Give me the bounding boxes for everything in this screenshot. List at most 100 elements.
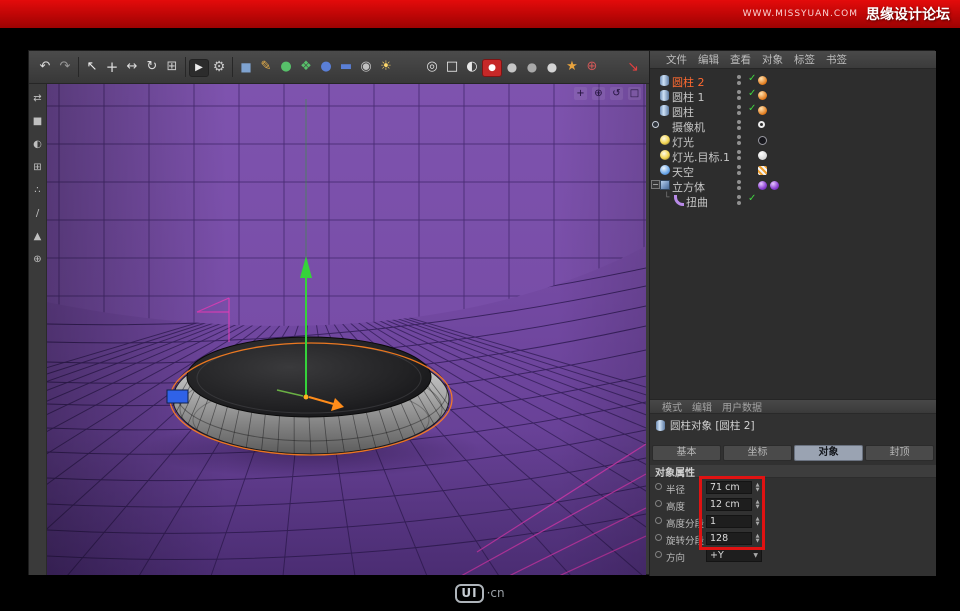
object-name[interactable]: 扭曲 [686, 194, 708, 210]
camera-icon[interactable]: ◉ [356, 56, 376, 78]
visibility-dots[interactable] [737, 165, 741, 175]
object-row[interactable]: 圆柱 2✓ [650, 73, 936, 88]
axis-icon[interactable]: ⊕ [582, 56, 602, 78]
spline-pen-icon[interactable]: ✎ [256, 56, 276, 78]
workflow-arrow-icon[interactable]: ↘ [623, 56, 643, 78]
object-row[interactable]: −立方体 [650, 178, 936, 193]
keyframe-circle[interactable] [655, 517, 662, 524]
scene-svg[interactable] [47, 84, 646, 575]
tab-basic[interactable]: 基本 [652, 445, 721, 461]
visibility-dots[interactable] [737, 105, 741, 115]
model-mode-icon[interactable]: ■ [31, 115, 45, 129]
gizmo-origin[interactable] [304, 395, 309, 400]
capture-icon[interactable]: ● [482, 59, 502, 77]
compositing-tag-icon[interactable] [758, 166, 767, 175]
visibility-dots[interactable] [737, 75, 741, 85]
render-view-icon[interactable]: ▶ [189, 59, 209, 77]
texture-mode-icon[interactable]: ◐ [31, 138, 45, 152]
keyframe-circle[interactable] [655, 483, 662, 490]
array-generator-icon[interactable]: ❖ [296, 56, 316, 78]
polygons-mode-icon[interactable]: ▲ [31, 230, 45, 244]
orientation-dropdown[interactable]: +Y▼ [706, 549, 762, 562]
object-row[interactable]: 圆柱 1✓ [650, 88, 936, 103]
om-menu-item[interactable]: 编辑 [698, 52, 719, 67]
tab-caps[interactable]: 封顶 [865, 445, 934, 461]
collapse-toggle[interactable]: − [651, 180, 660, 189]
display-mode-icon[interactable]: □ [442, 56, 462, 78]
coordinate-system-icon[interactable]: ⊞ [162, 56, 182, 78]
scene-floor-icon[interactable]: ▬ [336, 56, 356, 78]
snap-icon[interactable]: ★ [562, 56, 582, 78]
move-icon[interactable]: + [102, 56, 122, 78]
edges-mode-icon[interactable]: / [31, 207, 45, 221]
am-menu-item[interactable]: 模式 [662, 399, 682, 414]
object-row[interactable]: 天空 [650, 163, 936, 178]
material-sphere-3-icon[interactable]: ● [542, 56, 562, 78]
enabled-check-icon[interactable]: ✓ [748, 88, 756, 99]
enabled-check-icon[interactable]: ✓ [748, 73, 756, 84]
object-row[interactable]: 圆柱✓ [650, 103, 936, 118]
contrast-mode-icon[interactable]: ◐ [462, 56, 482, 78]
redo-icon[interactable]: ↷ [55, 56, 75, 78]
om-menu-item[interactable]: 书签 [826, 52, 847, 67]
keyframe-circle[interactable] [655, 551, 662, 558]
rotate-icon[interactable]: ↻ [142, 56, 162, 78]
orbit-icon[interactable]: ↺ [610, 87, 623, 100]
keyframe-circle[interactable] [655, 534, 662, 541]
om-menu-item[interactable]: 查看 [730, 52, 751, 67]
render-target-icon[interactable]: ◎ [422, 56, 442, 78]
om-menu-item[interactable]: 文件 [666, 52, 687, 67]
object-row[interactable]: 灯光.目标.1 [650, 148, 936, 163]
am-menu-item[interactable]: 编辑 [692, 399, 712, 414]
viewport[interactable]: + ⊕ ↺ □ [47, 84, 646, 575]
scale-icon[interactable]: ↔ [122, 56, 142, 78]
property-row[interactable]: 半径71 cm▲▼ [650, 479, 936, 496]
phong-tag-icon[interactable] [758, 76, 767, 85]
phong-tag-icon[interactable] [758, 106, 767, 115]
property-row[interactable]: 高度12 cm▲▼ [650, 496, 936, 513]
visibility-dots[interactable] [737, 135, 741, 145]
om-menu-item[interactable]: 对象 [762, 52, 783, 67]
dark-sphere-tag-icon[interactable] [758, 136, 767, 145]
live-selection-icon[interactable]: ↖ [82, 56, 102, 78]
visibility-dots[interactable] [737, 180, 741, 190]
property-row[interactable]: 方向+Y▼ [650, 547, 936, 564]
points-mode-icon[interactable]: ∴ [31, 184, 45, 198]
cylinder-object[interactable] [170, 337, 452, 455]
om-menu-item[interactable]: 标签 [794, 52, 815, 67]
enable-axis-icon[interactable]: ⊕ [31, 253, 45, 267]
enabled-check-icon[interactable]: ✓ [748, 193, 756, 204]
phong-tag-icon[interactable] [758, 91, 767, 100]
white-sphere-tag-icon[interactable] [758, 151, 767, 160]
add-cube-icon[interactable]: ■ [236, 56, 256, 78]
material-purple-tag-icon[interactable] [758, 181, 767, 190]
object-row[interactable]: 灯光 [650, 133, 936, 148]
material-sphere-1-icon[interactable]: ● [502, 56, 522, 78]
visibility-dots[interactable] [737, 150, 741, 160]
workplane-icon[interactable]: ⊞ [31, 161, 45, 175]
material-purple-tag-icon[interactable] [770, 181, 779, 190]
zoom-icon[interactable]: ⊕ [592, 87, 605, 100]
convert-icon[interactable]: ⇄ [31, 92, 45, 106]
object-row[interactable]: 摄像机 [650, 118, 936, 133]
material-sphere-2-icon[interactable]: ● [522, 56, 542, 78]
keyframe-circle[interactable] [655, 500, 662, 507]
tab-coordinates[interactable]: 坐标 [723, 445, 792, 461]
render-settings-icon[interactable]: ⚙ [209, 56, 229, 78]
toggle-view-icon[interactable]: □ [628, 87, 641, 100]
blue-handle[interactable] [167, 390, 188, 403]
tab-object[interactable]: 对象 [794, 445, 863, 461]
undo-icon[interactable]: ↶ [35, 56, 55, 78]
visibility-dots[interactable] [737, 195, 741, 205]
property-row[interactable]: 旋转分段128▲▼ [650, 530, 936, 547]
property-row[interactable]: 高度分段1▲▼ [650, 513, 936, 530]
visibility-dots[interactable] [737, 120, 741, 130]
am-menu-item[interactable]: 用户数据 [722, 399, 762, 414]
deformer-icon[interactable]: ● [316, 56, 336, 78]
light-icon[interactable]: ☀ [376, 56, 396, 78]
target-tag-icon[interactable] [758, 121, 765, 128]
enabled-check-icon[interactable]: ✓ [748, 103, 756, 114]
subdivision-surface-icon[interactable]: ● [276, 56, 296, 78]
pan-icon[interactable]: + [574, 87, 587, 100]
object-row[interactable]: └扭曲✓ [650, 193, 936, 208]
